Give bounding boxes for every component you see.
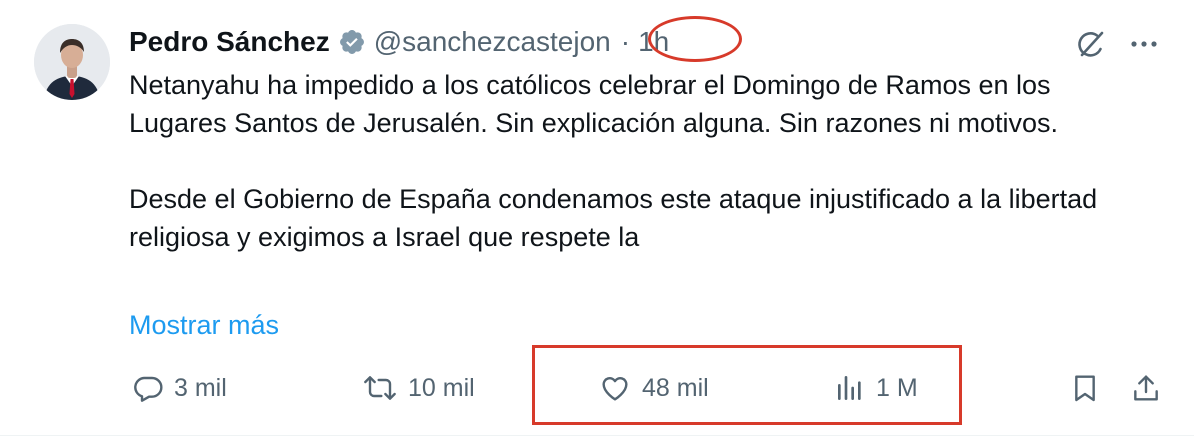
- heart-icon: [598, 372, 632, 404]
- tweet-header: Pedro Sánchez @sanchezcastejon · 1h: [129, 22, 669, 62]
- author-name[interactable]: Pedro Sánchez: [129, 26, 330, 58]
- views-count: 1 M: [876, 373, 918, 402]
- post-time[interactable]: 1h: [638, 26, 669, 58]
- separator-dot: ·: [620, 26, 631, 57]
- avatar-image: [34, 24, 110, 100]
- tweet-paragraph: Netanyahu ha impedido a los católicos ce…: [129, 70, 1059, 138]
- share-icon: [1130, 372, 1162, 404]
- share-button[interactable]: [1130, 368, 1162, 408]
- grok-icon[interactable]: [1073, 26, 1109, 62]
- verified-badge-icon: [338, 28, 366, 56]
- repost-icon: [362, 372, 398, 404]
- repost-count: 10 mil: [408, 373, 475, 402]
- avatar[interactable]: [34, 24, 110, 100]
- more-icon[interactable]: [1126, 26, 1162, 62]
- like-button[interactable]: 48 mil: [598, 368, 709, 408]
- tweet-paragraph: Desde el Gobierno de España condenamos e…: [129, 184, 1098, 252]
- reply-icon: [132, 372, 164, 404]
- bookmark-icon: [1069, 372, 1101, 404]
- like-count: 48 mil: [642, 373, 709, 402]
- repost-button[interactable]: 10 mil: [362, 368, 475, 408]
- tweet-card[interactable]: Pedro Sánchez @sanchezcastejon · 1h Neta…: [0, 0, 1194, 436]
- tweet-text: Netanyahu ha impedido a los católicos ce…: [129, 66, 1139, 256]
- views-button[interactable]: 1 M: [834, 368, 918, 408]
- show-more-link[interactable]: Mostrar más: [129, 306, 279, 344]
- author-handle[interactable]: @sanchezcastejon: [374, 26, 611, 58]
- bookmark-button[interactable]: [1069, 368, 1101, 408]
- reply-count: 3 mil: [174, 373, 227, 402]
- reply-button[interactable]: 3 mil: [132, 368, 227, 408]
- views-chart-icon: [834, 372, 866, 404]
